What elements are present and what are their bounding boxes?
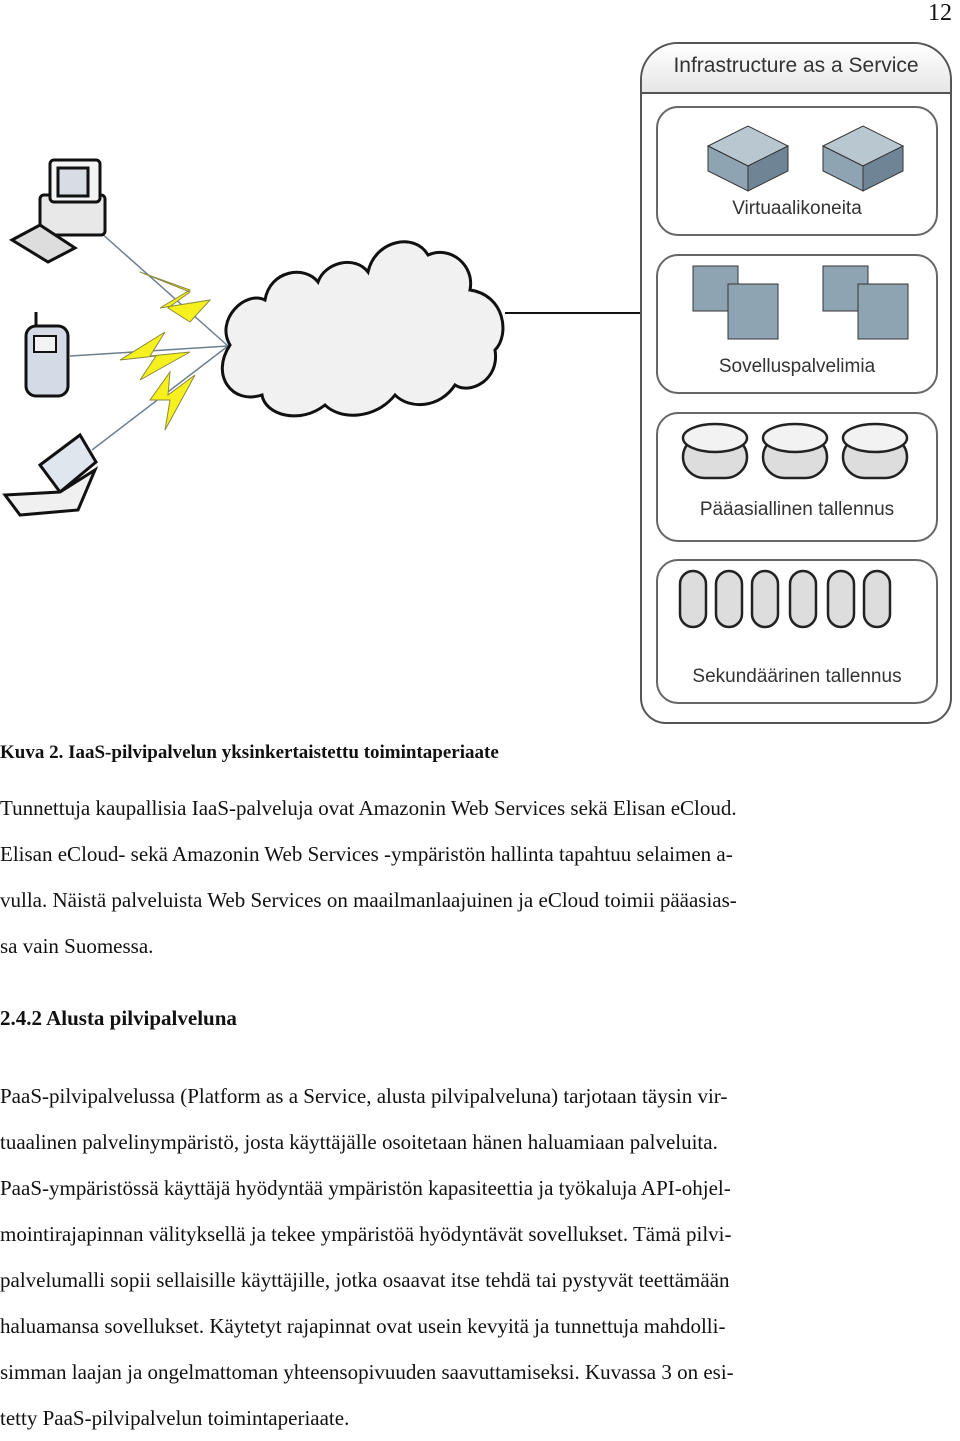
group-label: Virtuaalikoneita: [732, 198, 862, 219]
paragraph-iaas-services: Tunnettuja kaupallisia IaaS-palveluja ov…: [0, 785, 955, 969]
server-stack-icon: [692, 265, 909, 340]
paragraph-paas: PaaS-pilvipalvelussa (Platform as a Serv…: [0, 1073, 955, 1441]
server-icon: [706, 125, 790, 192]
laptop-icon: [2, 432, 99, 517]
disk-small-icon: [678, 569, 708, 629]
text-line: tetty PaaS-pilvipalvelun toimintaperiaat…: [0, 1406, 350, 1430]
cloud-icon: [220, 240, 505, 418]
text-line: Tunnettuja kaupallisia IaaS-palveluja ov…: [0, 796, 737, 820]
lightning-icon: [139, 271, 212, 323]
server-icon: [821, 125, 905, 192]
disk-small-icon: [714, 569, 744, 629]
disk-icon: [761, 422, 829, 480]
text-line: simman laajan ja ongelmattoman yhteensop…: [0, 1360, 734, 1384]
disk-icon: [681, 422, 749, 480]
text-line: vulla. Näistä palveluista Web Services o…: [0, 888, 737, 912]
disk-small-icon: [788, 569, 818, 629]
iaas-title: Infrastructure as a Service: [642, 44, 950, 94]
group-secondary-storage: Sekundäärinen tallennus: [656, 559, 938, 704]
disk-small-icon: [826, 569, 856, 629]
text-line: haluamansa sovellukset. Käytetyt rajapin…: [0, 1314, 726, 1338]
text-line: tuaalinen palvelinympäristö, josta käytt…: [0, 1130, 718, 1154]
lightning-icons: [119, 271, 212, 431]
disk-small-icon: [750, 569, 780, 629]
text-line: PaaS-ympäristössä käyttäjä hyödyntää ymp…: [0, 1176, 731, 1200]
server-icons: [706, 125, 905, 192]
text-line: palvelumalli sopii sellaisille käyttäjil…: [0, 1268, 730, 1292]
group-application-servers: Sovelluspalvelimia: [656, 254, 938, 394]
server-stack-icons: [692, 265, 909, 340]
group-primary-storage: Pääasiallinen tallennus: [656, 412, 938, 542]
disk-icons: [681, 422, 909, 480]
text-line: Elisan eCloud- sekä Amazonin Web Service…: [0, 842, 733, 866]
disk-icon: [841, 422, 909, 480]
group-virtual-machines: Virtuaalikoneita: [656, 106, 938, 236]
iaas-container: Infrastructure as a Service Virtuaalikon…: [640, 42, 952, 724]
small-disk-icons: [678, 569, 892, 629]
figure-caption: Kuva 2. IaaS-pilvipalvelun yksinkertaist…: [0, 742, 499, 763]
section-heading: 2.4.2 Alusta pilvipalveluna: [0, 1006, 237, 1030]
group-label: Sovelluspalvelimia: [718, 356, 876, 377]
lightning-icon: [119, 331, 191, 381]
mobile-phone-icon: [24, 312, 70, 398]
group-label: Pääasiallinen tallennus: [699, 499, 895, 520]
page-number: 12: [928, 0, 952, 26]
disk-small-icon: [862, 569, 892, 629]
text-line: sa vain Suomessa.: [0, 934, 154, 958]
text-line: PaaS-pilvipalvelussa (Platform as a Serv…: [0, 1084, 728, 1108]
text-line: mointirajapinnan välityksellä ja tekee y…: [0, 1222, 732, 1246]
desktop-computer-icon: [8, 158, 107, 264]
group-label: Sekundäärinen tallennus: [692, 666, 902, 687]
